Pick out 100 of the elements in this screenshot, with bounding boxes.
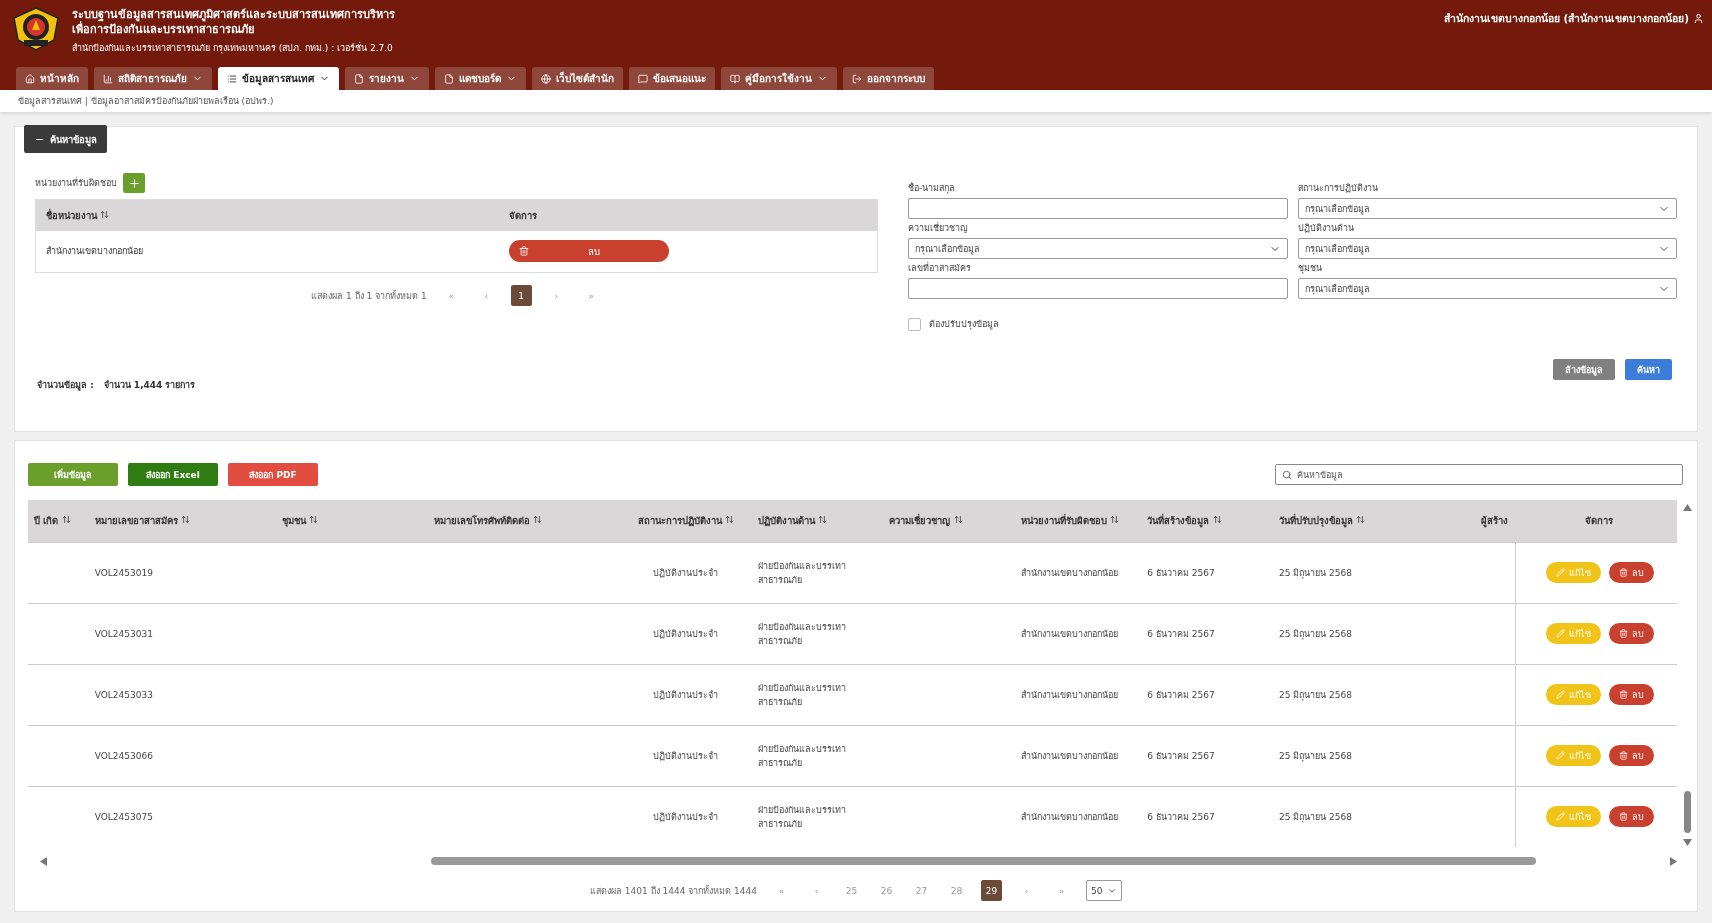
table-cell: สำนักงานเขตบางกอกน้อย — [1014, 542, 1142, 603]
column-header: ผู้สร้าง — [1475, 500, 1516, 542]
horizontal-scrollbar[interactable] — [40, 854, 1677, 868]
table-cell: VOL2453075 — [88, 786, 276, 847]
table-cell: VOL2453019 — [88, 542, 276, 603]
scroll-right-icon — [1670, 856, 1677, 866]
logout-icon — [852, 73, 862, 84]
user-icon[interactable] — [1693, 13, 1704, 24]
table-cell: ฝ่ายป้องกันและบรรเทาสาธารณภัย — [751, 664, 884, 725]
nav-tab[interactable]: เว็บไซต์สำนัก — [532, 67, 623, 90]
table-cell: 25 มิถุนายน 2568 — [1272, 542, 1476, 603]
export-button[interactable]: ส่งออก Excel — [128, 463, 218, 486]
delete-button[interactable]: ลบ — [1608, 684, 1654, 705]
pencil-icon — [1555, 812, 1565, 822]
trash-icon — [1618, 629, 1628, 638]
table-cell: สำนักงานเขตบางกอกน้อย — [1014, 786, 1142, 847]
field-label: เลขที่อาสาสมัคร — [908, 261, 972, 275]
page-button[interactable]: 29 — [981, 880, 1002, 901]
table-cell: ฝ่ายป้องกันและบรรเทาสาธารณภัย — [751, 542, 884, 603]
user-name: สำนักงานเขตบางกอกน้อย (สำนักงานเขตบางกอกน้อย) — [1443, 11, 1689, 26]
sort-icon — [1212, 515, 1222, 525]
nav-tab[interactable]: สถิติสาธารณภัย — [94, 67, 212, 90]
column-header[interactable]: ปฏิบัติงานด้าน — [751, 500, 884, 542]
trash-icon — [1618, 568, 1628, 577]
page-size-select[interactable]: 50 — [1086, 880, 1122, 901]
column-header[interactable]: ชื่อหน่วยงาน — [35, 199, 499, 231]
app-title: ระบบฐานข้อมูลสารสนเทศภูมิศาสตร์และระบบสารสนเทศการบริหาร — [72, 8, 396, 22]
scrollbar-thumb — [1683, 791, 1691, 833]
select-field[interactable]: กรุณาเลือกข้อมูล — [1297, 198, 1677, 219]
nav-tab[interactable]: ออกจากระบบ — [843, 67, 934, 90]
logo-icon — [10, 6, 62, 52]
column-header[interactable]: หมายเลขอาสาสมัคร — [88, 500, 276, 542]
table-cell: ปฏิบัติงานประจำ — [620, 786, 752, 847]
clear-button[interactable]: ล้างข้อมูล — [1553, 359, 1615, 380]
search-button[interactable]: ค้นหา — [1625, 359, 1672, 380]
search-toggle-button[interactable]: ค้นหาข้อมูล — [24, 125, 107, 153]
field-label: ปฏิบัติงานด้าน — [1297, 222, 1355, 235]
sort-icon — [1356, 515, 1366, 525]
bar-chart-icon — [103, 73, 113, 84]
search-field[interactable]: ค้นหาข้อมูล — [1275, 464, 1683, 485]
sort-icon — [181, 515, 191, 525]
add-unit-button[interactable] — [123, 173, 145, 193]
table-cell: 6 ธันวาคม 2567 — [1141, 725, 1273, 786]
table-cell: สำนักงานเขตบางกอกน้อย — [1014, 725, 1142, 786]
sort-icon — [1110, 515, 1120, 525]
table-cell: 6 ธันวาคม 2567 — [1141, 603, 1273, 664]
table-cell: 25 มิถุนายน 2568 — [1272, 786, 1476, 847]
column-header[interactable]: หมายเลขโทรศัพท์ติดต่อ — [427, 500, 621, 542]
pagination-summary: แสดงผล 1401 ถึง 1444 จากทั้งหมด 1444 — [590, 884, 757, 898]
input-field[interactable] — [908, 198, 1288, 219]
sort-icon — [725, 515, 735, 525]
sort-icon — [100, 209, 110, 219]
select-field[interactable]: กรุณาเลือกข้อมูล — [1297, 278, 1677, 299]
sort-icon — [953, 515, 963, 525]
table-cell: 6 ธันวาคม 2567 — [1141, 542, 1273, 603]
select-field[interactable]: กรุณาเลือกข้อมูล — [908, 238, 1288, 259]
table-cell: 6 ธันวาคม 2567 — [1141, 786, 1273, 847]
nav-tab[interactable]: คู่มือการใช้งาน — [721, 67, 837, 90]
trash-icon — [518, 246, 529, 257]
delete-button[interactable]: ลบ — [1608, 745, 1654, 766]
checkbox[interactable] — [908, 317, 921, 331]
delete-button[interactable]: ลบ — [508, 240, 669, 263]
breadcrumb: ข้อมูลสารสนเทศ | ข้อมูลอาสาสมัครป้องกันภัยฝ่ายพลเรือน (อปพร.) — [0, 90, 1712, 112]
nav-tab[interactable]: หน้าหลัก — [16, 67, 88, 90]
table-cell: 25 มิถุนายน 2568 — [1272, 664, 1476, 725]
column-header[interactable]: วันที่ปรับปรุงข้อมูล — [1272, 500, 1476, 542]
column-header[interactable]: ความเชี่ยวชาญ — [883, 500, 1015, 542]
trash-icon — [1618, 690, 1628, 699]
column-header: จัดการ — [1515, 500, 1678, 542]
file-icon — [444, 73, 454, 84]
column-header[interactable]: ปี เกิด — [28, 500, 89, 542]
delete-button[interactable]: ลบ — [1608, 562, 1654, 583]
nav-tab[interactable]: แดชบอร์ด — [435, 67, 526, 90]
field-label: ชุมชน — [1297, 262, 1323, 275]
column-header[interactable]: วันที่สร้างข้อมูล — [1141, 500, 1273, 542]
select-field[interactable]: กรุณาเลือกข้อมูล — [1297, 238, 1677, 259]
table-cell: ปฏิบัติงานประจำ — [620, 603, 752, 664]
input-field[interactable] — [908, 278, 1288, 299]
table-cell: ฝ่ายป้องกันและบรรเทาสาธารณภัย — [751, 725, 884, 786]
table-cell: ปฏิบัติงานประจำ — [620, 725, 752, 786]
delete-button[interactable]: ลบ — [1608, 806, 1654, 828]
trash-icon — [1618, 812, 1628, 822]
app-subtitle: สำนักป้องกันและบรรเทาสาธารณภัย กรุงเทพมหานคร (สปภ. กทม.) : เวอร์ชั่น 2.7.0 — [72, 41, 394, 55]
table-cell: สำนักงานเขตบางกอกน้อย — [1014, 664, 1142, 725]
nav-tab[interactable]: รายงาน — [345, 67, 429, 90]
pencil-icon — [1555, 751, 1565, 760]
column-header[interactable]: หน่วยงานที่รับผิดชอบ — [1014, 500, 1142, 542]
sort-icon — [309, 515, 319, 525]
table-cell: VOL2453033 — [88, 664, 276, 725]
page-button[interactable]: 1 — [510, 285, 532, 306]
search-icon — [1282, 469, 1292, 480]
nav-tab[interactable]: ข้อมูลสารสนเทศ — [218, 67, 339, 90]
nav-tab[interactable]: ข้อเสนอแนะ — [629, 67, 715, 90]
plus-icon — [127, 176, 141, 190]
delete-button[interactable]: ลบ — [1608, 623, 1654, 644]
home-icon — [25, 73, 35, 84]
column-header[interactable]: สถานะการปฏิบัติงาน — [620, 500, 752, 542]
export-button[interactable]: ส่งออก PDF — [228, 463, 318, 486]
scroll-left-icon — [40, 856, 47, 866]
column-header[interactable]: ชุมชน — [275, 500, 428, 542]
